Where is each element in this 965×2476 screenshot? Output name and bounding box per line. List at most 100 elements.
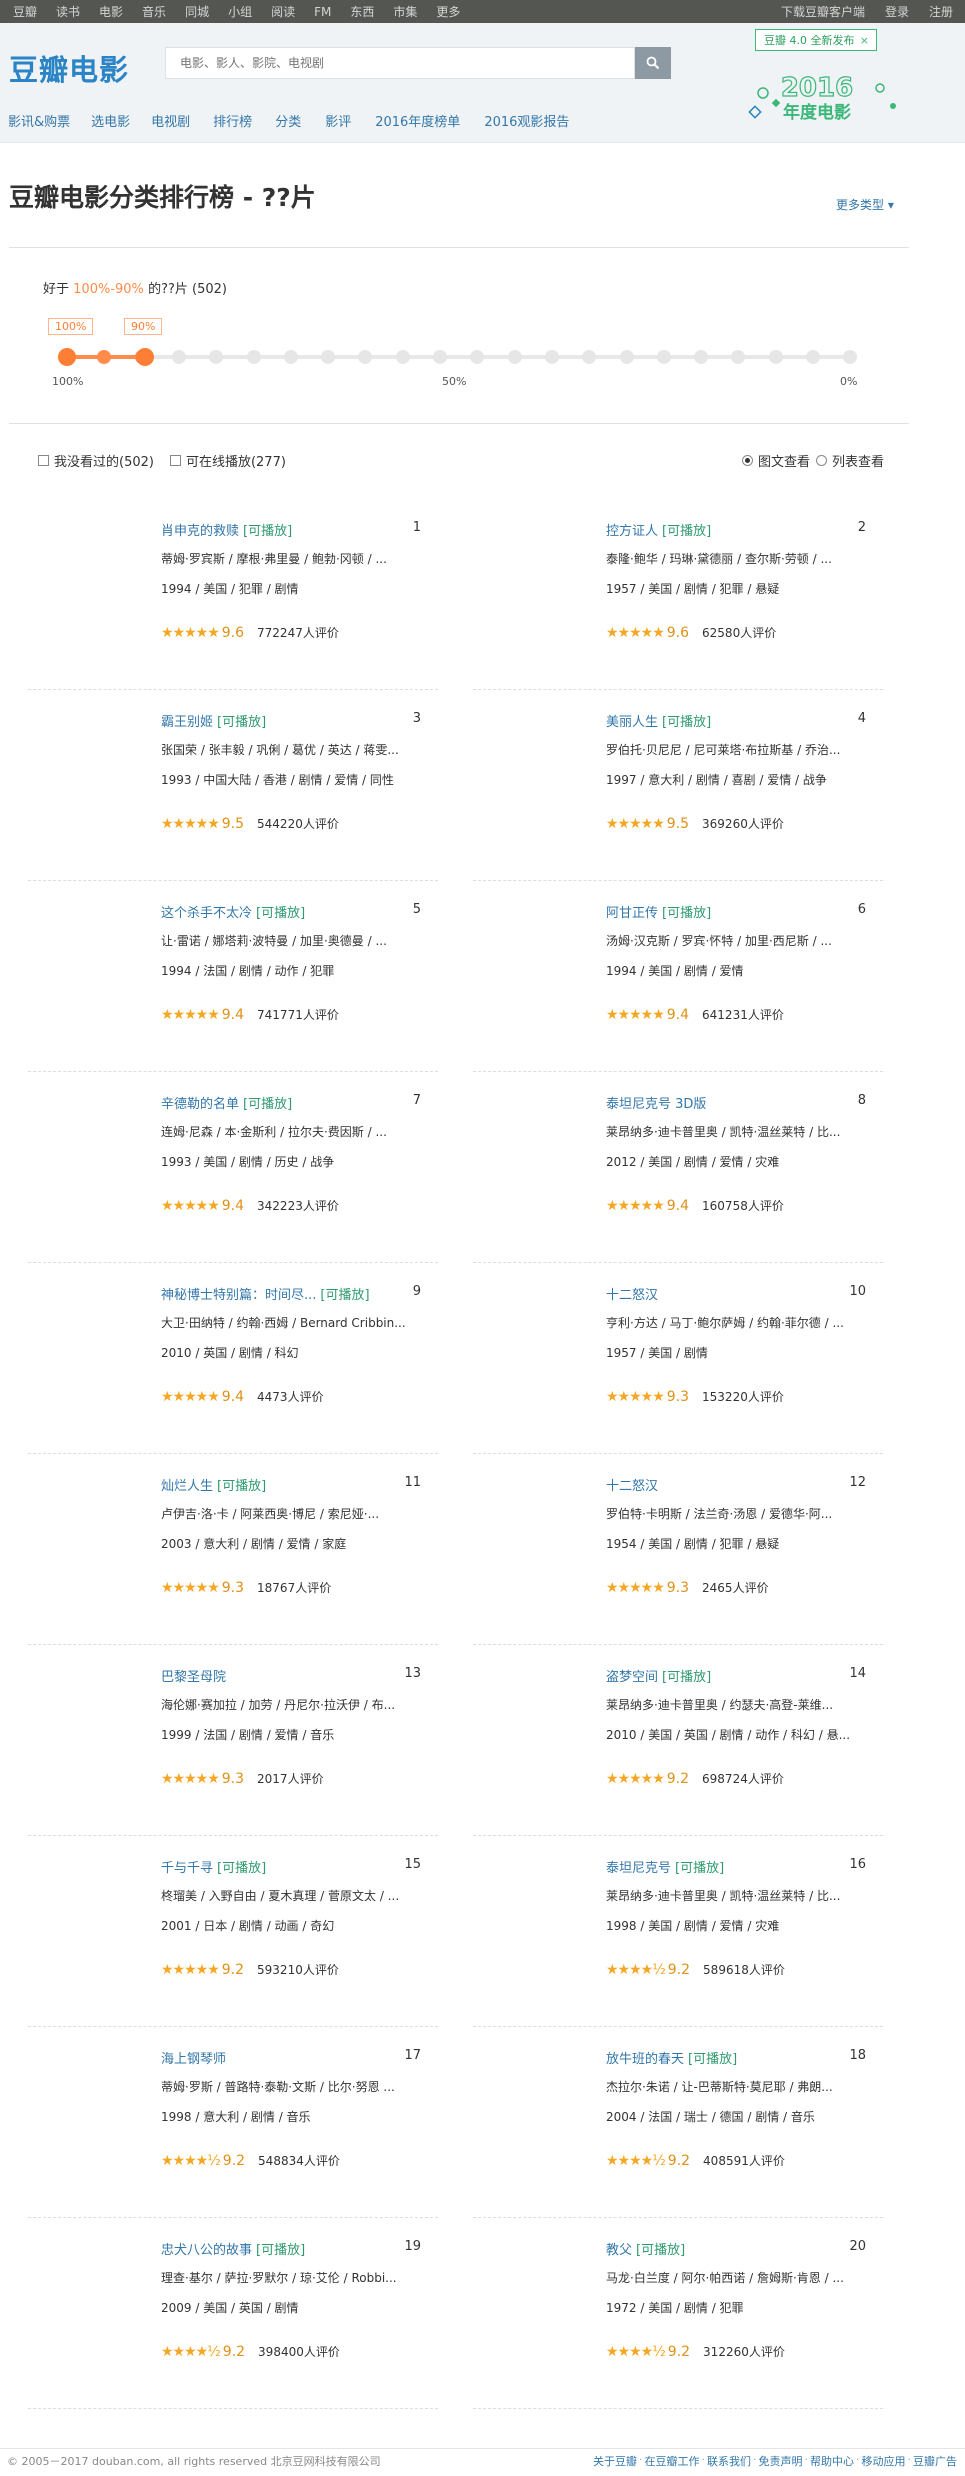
gnav-link[interactable]: 小组 bbox=[228, 3, 252, 20]
movie-item[interactable]: 灿烂人生 [可播放] 11 卢伊吉·洛·卡 / 阿莱西奥·博尼 / 索尼娅·... 20… bbox=[28, 1465, 438, 1645]
more-types-dropdown[interactable]: 更多类型 ▾ bbox=[836, 196, 894, 213]
close-icon[interactable]: × bbox=[860, 34, 869, 47]
playable-badge[interactable]: [可播放] bbox=[217, 1479, 266, 1494]
search-button[interactable] bbox=[635, 47, 671, 79]
movie-votes[interactable]: 408591人评价 bbox=[703, 2152, 785, 2169]
movie-votes[interactable]: 544220人评价 bbox=[257, 815, 339, 832]
movie-item[interactable]: 霸王别姬 [可播放] 3 张国荣 / 张丰毅 / 巩俐 / 葛优 / 英达 / 蒋雯.… bbox=[28, 701, 438, 881]
promo-banner[interactable]: 豆瓣 4.0 全新发布 × 2016 年度电影 bbox=[730, 23, 910, 123]
playable-badge[interactable]: [可播放] bbox=[256, 906, 305, 921]
subnav-item[interactable]: 影讯&购票 bbox=[8, 111, 70, 130]
search-input[interactable] bbox=[165, 47, 635, 79]
subnav-item[interactable]: 2016观影报告 bbox=[484, 111, 569, 130]
movie-votes[interactable]: 2017人评价 bbox=[257, 1770, 324, 1787]
movie-item[interactable]: 盗梦空间 [可播放] 14 莱昂纳多·迪卡普里奥 / 约瑟夫·高登-莱维... 2010… bbox=[473, 1656, 883, 1836]
movie-title[interactable]: 泰坦尼克号 3D版 bbox=[606, 1097, 706, 1112]
movie-item[interactable]: 神秘博士特别篇：时间尽... [可播放] 9 大卫·田纳特 / 约翰·西姆 / Ber… bbox=[28, 1274, 438, 1454]
playable-badge[interactable]: [可播放] bbox=[662, 906, 711, 921]
movie-title[interactable]: 十二怒汉 bbox=[606, 1479, 658, 1494]
subnav-item[interactable]: 分类 bbox=[275, 111, 301, 130]
range-dot[interactable] bbox=[694, 350, 709, 364]
playable-badge[interactable]: [可播放] bbox=[217, 715, 266, 730]
range-dot[interactable] bbox=[395, 350, 410, 364]
movie-title[interactable]: 灿烂人生 bbox=[161, 1479, 213, 1494]
movie-item[interactable]: 控方证人 [可播放] 2 泰隆·鲍华 / 玛琳·黛德丽 / 查尔斯·劳顿 / ... 1… bbox=[473, 510, 883, 690]
playable-badge[interactable]: [可播放] bbox=[662, 1670, 711, 1685]
playable-badge[interactable]: [可播放] bbox=[320, 1288, 369, 1303]
range-dot[interactable] bbox=[768, 350, 783, 364]
movie-votes[interactable]: 312260人评价 bbox=[703, 2343, 785, 2360]
range-dot[interactable] bbox=[619, 350, 634, 364]
footer-link[interactable]: 关于豆瓣 bbox=[593, 2453, 637, 2469]
login-link[interactable]: 登录 bbox=[885, 3, 909, 20]
subnav-item[interactable]: 2016年度榜单 bbox=[375, 111, 460, 130]
range-dot[interactable] bbox=[656, 350, 671, 364]
movie-title[interactable]: 忠犬八公的故事 bbox=[161, 2243, 252, 2258]
footer-link[interactable]: 豆瓣广告 bbox=[913, 2453, 957, 2469]
footer-link[interactable]: 联系我们 bbox=[707, 2453, 751, 2469]
movie-votes[interactable]: 4473人评价 bbox=[257, 1388, 324, 1405]
movie-votes[interactable]: 153220人评价 bbox=[702, 1388, 784, 1405]
gnav-link[interactable]: FM bbox=[314, 5, 331, 19]
movie-title[interactable]: 美丽人生 bbox=[606, 715, 658, 730]
movie-title[interactable]: 十二怒汉 bbox=[606, 1288, 658, 1303]
gnav-link[interactable]: 东西 bbox=[350, 3, 374, 20]
movie-title[interactable]: 泰坦尼克号 bbox=[606, 1861, 671, 1876]
footer-link[interactable]: 免责声明 bbox=[759, 2453, 803, 2469]
view-list-option[interactable]: 列表查看 bbox=[816, 451, 884, 470]
movie-title[interactable]: 千与千寻 bbox=[161, 1861, 213, 1876]
playable-badge[interactable]: [可播放] bbox=[688, 2052, 737, 2067]
range-dot[interactable] bbox=[544, 350, 559, 364]
range-dot[interactable] bbox=[209, 350, 224, 364]
gnav-link[interactable]: 豆瓣 bbox=[13, 3, 37, 20]
movie-item[interactable]: 海上钢琴师 17 蒂姆·罗斯 / 普路特·泰勒·文斯 / 比尔·努恩 ... 1998… bbox=[28, 2038, 438, 2218]
range-dot[interactable] bbox=[433, 350, 447, 364]
movie-item[interactable]: 这个杀手不太冷 [可播放] 5 让·雷诺 / 娜塔莉·波特曼 / 加里·奥德曼 / .… bbox=[28, 892, 438, 1072]
range-handle-right[interactable] bbox=[136, 348, 154, 366]
filter-online[interactable]: 可在线播放(277) bbox=[169, 451, 286, 470]
movie-title[interactable]: 控方证人 bbox=[606, 524, 658, 539]
movie-votes[interactable]: 342223人评价 bbox=[257, 1197, 339, 1214]
radio[interactable] bbox=[816, 455, 828, 466]
subnav-item[interactable]: 影评 bbox=[325, 111, 351, 130]
range-dot[interactable] bbox=[171, 350, 186, 364]
footer-link[interactable]: 帮助中心 bbox=[810, 2453, 854, 2469]
gnav-link[interactable]: 阅读 bbox=[271, 3, 295, 20]
gnav-link[interactable]: 电影 bbox=[99, 3, 123, 20]
movie-item[interactable]: 泰坦尼克号 [可播放] 16 莱昂纳多·迪卡普里奥 / 凯特·温丝莱特 / 比... 1… bbox=[473, 1847, 883, 2027]
subnav-item[interactable]: 电视剧 bbox=[151, 111, 190, 130]
range-dot[interactable] bbox=[246, 350, 261, 364]
movie-item[interactable]: 辛德勒的名单 [可播放] 7 连姆·尼森 / 本·金斯利 / 拉尔夫·费因斯 / ..… bbox=[28, 1083, 438, 1263]
movie-votes[interactable]: 593210人评价 bbox=[257, 1961, 339, 1978]
footer-link[interactable]: 在豆瓣工作 bbox=[645, 2453, 700, 2469]
movie-title[interactable]: 这个杀手不太冷 bbox=[161, 906, 252, 921]
movie-votes[interactable]: 2465人评价 bbox=[702, 1579, 769, 1596]
movie-item[interactable]: 肖申克的救赎 [可播放] 1 蒂姆·罗宾斯 / 摩根·弗里曼 / 鲍勃·冈顿 / ..… bbox=[28, 510, 438, 690]
movie-title[interactable]: 教父 bbox=[606, 2243, 632, 2258]
download-app-link[interactable]: 下载豆瓣客户端 bbox=[781, 3, 865, 20]
movie-item[interactable]: 十二怒汉 10 亨利·方达 / 马丁·鲍尔萨姆 / 约翰·菲尔德 / ... 1957… bbox=[473, 1274, 883, 1454]
subnav-item[interactable]: 选电影 bbox=[91, 111, 130, 130]
gnav-link[interactable]: 读书 bbox=[56, 3, 80, 20]
register-link[interactable]: 注册 bbox=[929, 3, 953, 20]
gnav-link[interactable]: 音乐 bbox=[142, 3, 166, 20]
subnav-item[interactable]: 排行榜 bbox=[213, 111, 252, 130]
movie-votes[interactable]: 18767人评价 bbox=[257, 1579, 331, 1596]
movie-item[interactable]: 千与千寻 [可播放] 15 柊瑠美 / 入野自由 / 夏木真理 / 菅原文太 / ..… bbox=[28, 1847, 438, 2027]
movie-item[interactable]: 忠犬八公的故事 [可播放] 19 理查·基尔 / 萨拉·罗默尔 / 琼·艾伦 / Ro… bbox=[28, 2229, 438, 2409]
movie-item[interactable]: 教父 [可播放] 20 马龙·白兰度 / 阿尔·帕西诺 / 詹姆斯·肯恩 / ... 1… bbox=[473, 2229, 883, 2409]
footer-link[interactable]: 移动应用 bbox=[862, 2453, 906, 2469]
movie-votes[interactable]: 160758人评价 bbox=[702, 1197, 784, 1214]
gnav-link[interactable]: 市集 bbox=[393, 3, 417, 20]
range-dot[interactable] bbox=[470, 350, 485, 364]
movie-votes[interactable]: 772247人评价 bbox=[257, 624, 339, 641]
movie-title[interactable]: 霸王别姬 bbox=[161, 715, 213, 730]
range-dot[interactable] bbox=[731, 350, 746, 364]
range-handle-left[interactable] bbox=[58, 348, 76, 366]
movie-title[interactable]: 神秘博士特别篇：时间尽... bbox=[161, 1288, 316, 1303]
movie-votes[interactable]: 62580人评价 bbox=[702, 624, 776, 641]
range-dot[interactable] bbox=[97, 350, 112, 364]
radio-selected[interactable] bbox=[742, 455, 753, 466]
movie-title[interactable]: 放牛班的春天 bbox=[606, 2052, 684, 2067]
movie-item[interactable]: 泰坦尼克号 3D版 8 莱昂纳多·迪卡普里奥 / 凯特·温丝莱特 / 比... 201… bbox=[473, 1083, 883, 1263]
